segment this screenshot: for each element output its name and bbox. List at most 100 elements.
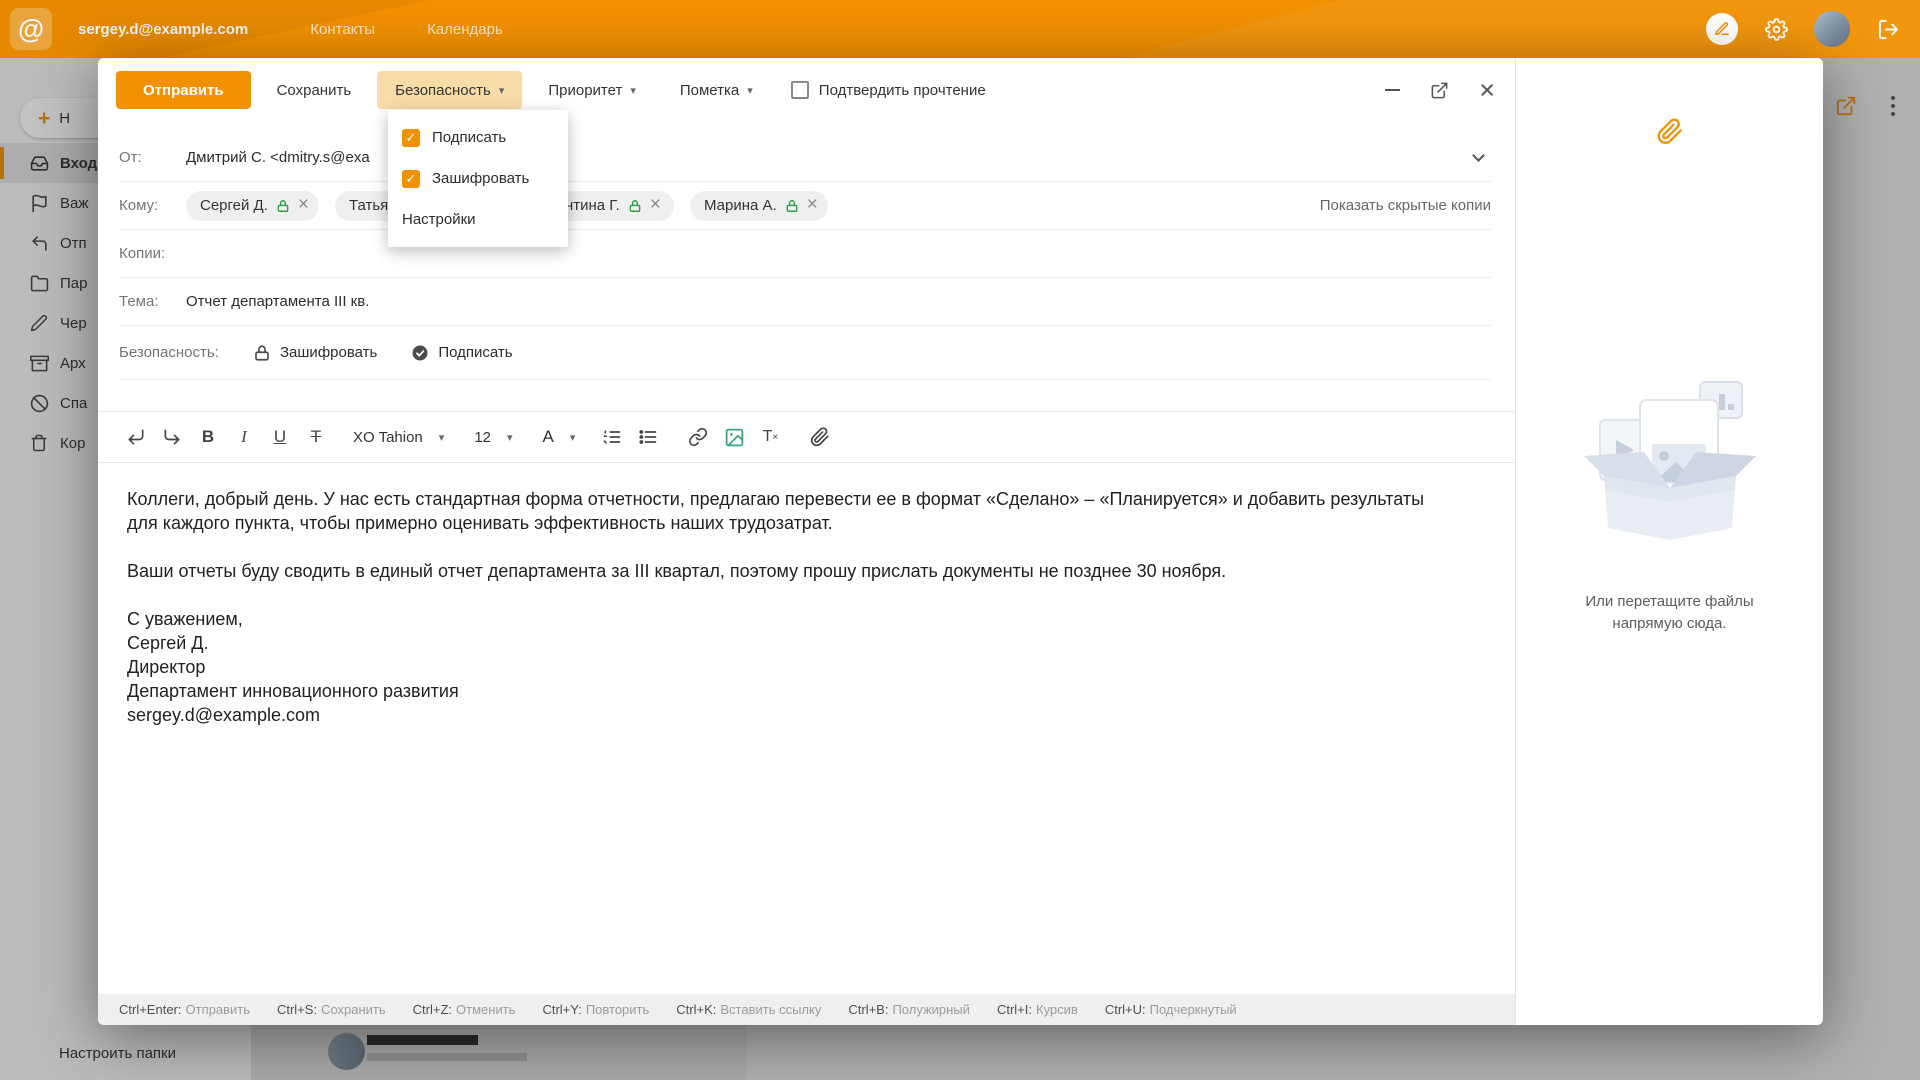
security-dropdown-menu: Подписать Зашифровать Настройки bbox=[388, 110, 568, 247]
encrypt-option[interactable]: Зашифровать bbox=[253, 344, 377, 362]
subject-label: Тема: bbox=[119, 293, 186, 310]
recipient-chip[interactable]: Сергей Д. × bbox=[186, 191, 319, 221]
shortcut-hint: Ctrl+I:Курсив bbox=[997, 1002, 1078, 1017]
cc-label: Копии: bbox=[119, 245, 186, 262]
mark-dropdown-label: Пометка bbox=[680, 82, 739, 99]
window-controls: × bbox=[1385, 71, 1495, 109]
attach-paperclip-icon[interactable] bbox=[1656, 118, 1683, 145]
lock-icon bbox=[276, 199, 290, 213]
security-dropdown-label: Безопасность bbox=[395, 82, 491, 99]
strikethrough-button[interactable]: T bbox=[299, 420, 333, 454]
save-button[interactable]: Сохранить bbox=[259, 71, 370, 109]
text-color-button[interactable]: A ▾ bbox=[533, 420, 586, 454]
dropzone-hint-line2: напрямую сюда. bbox=[1516, 613, 1823, 635]
signature-line: Сергей Д. bbox=[127, 631, 1455, 655]
menu-item-label: Зашифровать bbox=[432, 170, 529, 187]
caret-down-icon: ▾ bbox=[499, 84, 505, 97]
shortcut-hint: Ctrl+Y:Повторить bbox=[542, 1002, 649, 1017]
sign-option[interactable]: Подписать bbox=[411, 344, 512, 362]
send-button[interactable]: Отправить bbox=[116, 71, 251, 109]
screen: @ sergey.d@example.com Контакты Календар… bbox=[0, 0, 1920, 1080]
priority-dropdown-button[interactable]: Приоритет ▾ bbox=[530, 71, 654, 109]
menu-item-settings[interactable]: Настройки bbox=[388, 199, 568, 240]
menu-item-encrypt[interactable]: Зашифровать bbox=[388, 158, 568, 199]
mark-dropdown-button[interactable]: Пометка ▾ bbox=[662, 71, 771, 109]
dropzone-illustration bbox=[1582, 356, 1758, 542]
recipient-name: Марина А. bbox=[704, 197, 777, 214]
topbar-actions bbox=[1706, 11, 1900, 47]
insert-link-icon[interactable] bbox=[681, 420, 715, 454]
body-paragraph: Ваши отчеты буду сводить в единый отчет … bbox=[127, 559, 1455, 583]
recipient-chip[interactable]: Марина А. × bbox=[690, 191, 828, 221]
font-family-select[interactable]: XO Tahion ▾ bbox=[343, 420, 454, 454]
message-body[interactable]: Коллеги, добрый день. У нас есть стандар… bbox=[98, 463, 1515, 727]
from-value[interactable]: Дмитрий С. <dmitry.s@exa bbox=[186, 149, 1474, 166]
minimize-icon[interactable] bbox=[1385, 89, 1400, 91]
confirm-read-checkbox[interactable]: Подтвердить прочтение bbox=[791, 71, 986, 109]
show-bcc-link[interactable]: Показать скрытые копии bbox=[1320, 197, 1491, 214]
signature-line: С уважением, bbox=[127, 607, 1455, 631]
signature-line: Директор bbox=[127, 655, 1455, 679]
caret-down-icon: ▾ bbox=[507, 431, 513, 444]
checkbox-checked-icon[interactable] bbox=[402, 170, 420, 188]
remove-recipient-icon[interactable]: × bbox=[298, 195, 309, 214]
security-row: Безопасность: Зашифровать Подписать bbox=[119, 326, 1491, 380]
security-label: Безопасность: bbox=[119, 344, 253, 361]
insert-image-icon[interactable] bbox=[717, 420, 751, 454]
settings-gear-icon[interactable] bbox=[1764, 17, 1788, 41]
recipient-name: нтина Г. bbox=[565, 197, 620, 214]
compose-toolbar: Отправить Сохранить Безопасность ▾ Приор… bbox=[98, 58, 1515, 134]
font-size-select[interactable]: 12 ▾ bbox=[464, 420, 522, 454]
to-label: Кому: bbox=[119, 197, 186, 214]
dropzone-hint: Или перетащите файлы напрямую сюда. bbox=[1516, 591, 1823, 635]
subject-input[interactable]: Отчет департамента III кв. bbox=[186, 293, 1491, 310]
app-logo-icon[interactable]: @ bbox=[10, 8, 52, 50]
lock-icon bbox=[785, 199, 799, 213]
nav-calendar[interactable]: Календарь bbox=[427, 21, 503, 38]
new-message-icon[interactable] bbox=[1706, 13, 1738, 45]
shortcut-hint: Ctrl+S:Сохранить bbox=[277, 1002, 386, 1017]
italic-button[interactable]: I bbox=[227, 420, 261, 454]
shortcut-hint: Ctrl+K:Вставить ссылку bbox=[676, 1002, 821, 1017]
sign-label: Подписать bbox=[438, 344, 512, 361]
signature-line: sergey.d@example.com bbox=[127, 703, 1455, 727]
shortcut-hint: Ctrl+Enter:Отправить bbox=[119, 1002, 250, 1017]
close-icon[interactable]: × bbox=[1479, 77, 1495, 104]
encrypt-label: Зашифровать bbox=[280, 344, 377, 361]
shortcut-hint: Ctrl+B:Полужирный bbox=[848, 1002, 970, 1017]
remove-recipient-icon[interactable]: × bbox=[807, 195, 818, 214]
security-options: Зашифровать Подписать bbox=[253, 344, 513, 362]
subject-row: Тема: Отчет департамента III кв. bbox=[119, 278, 1491, 326]
ordered-list-icon[interactable] bbox=[595, 420, 629, 454]
security-dropdown-button[interactable]: Безопасность ▾ bbox=[377, 71, 522, 109]
nav-contacts[interactable]: Контакты bbox=[310, 21, 375, 38]
clear-formatting-icon[interactable]: T× bbox=[753, 420, 787, 454]
body-paragraph: Коллеги, добрый день. У нас есть стандар… bbox=[127, 487, 1455, 535]
checkbox-checked-icon[interactable] bbox=[402, 129, 420, 147]
logout-icon[interactable] bbox=[1876, 17, 1900, 41]
user-avatar[interactable] bbox=[1814, 11, 1850, 47]
underline-button[interactable]: U bbox=[263, 420, 297, 454]
open-in-new-window-icon[interactable] bbox=[1430, 81, 1449, 100]
chevron-down-icon[interactable] bbox=[1472, 149, 1485, 162]
compose-fields: От: Дмитрий С. <dmitry.s@exa Кому: Серге… bbox=[98, 134, 1515, 380]
bullet-list-icon[interactable] bbox=[631, 420, 665, 454]
shortcut-hint: Ctrl+Z:Отменить bbox=[413, 1002, 516, 1017]
menu-item-label: Подписать bbox=[432, 129, 506, 146]
menu-item-sign[interactable]: Подписать bbox=[388, 117, 568, 158]
redo-icon[interactable] bbox=[155, 420, 189, 454]
dropzone-hint-line1: Или перетащите файлы bbox=[1516, 591, 1823, 613]
remove-recipient-icon[interactable]: × bbox=[650, 195, 661, 214]
caret-down-icon: ▾ bbox=[570, 431, 576, 444]
account-email: sergey.d@example.com bbox=[78, 21, 248, 38]
priority-dropdown-label: Приоритет bbox=[548, 82, 622, 99]
undo-icon[interactable] bbox=[119, 420, 153, 454]
cc-row: Копии: bbox=[119, 230, 1491, 278]
confirm-read-label: Подтвердить прочтение bbox=[819, 82, 986, 99]
checkbox-unchecked-icon[interactable] bbox=[791, 81, 809, 99]
editor-toolbar: B I U T XO Tahion ▾ 12 ▾ A ▾ bbox=[98, 411, 1515, 463]
recipient-name: Сергей Д. bbox=[200, 197, 268, 214]
bold-button[interactable]: B bbox=[191, 420, 225, 454]
caret-down-icon: ▾ bbox=[630, 84, 636, 97]
attach-file-icon[interactable] bbox=[803, 420, 837, 454]
